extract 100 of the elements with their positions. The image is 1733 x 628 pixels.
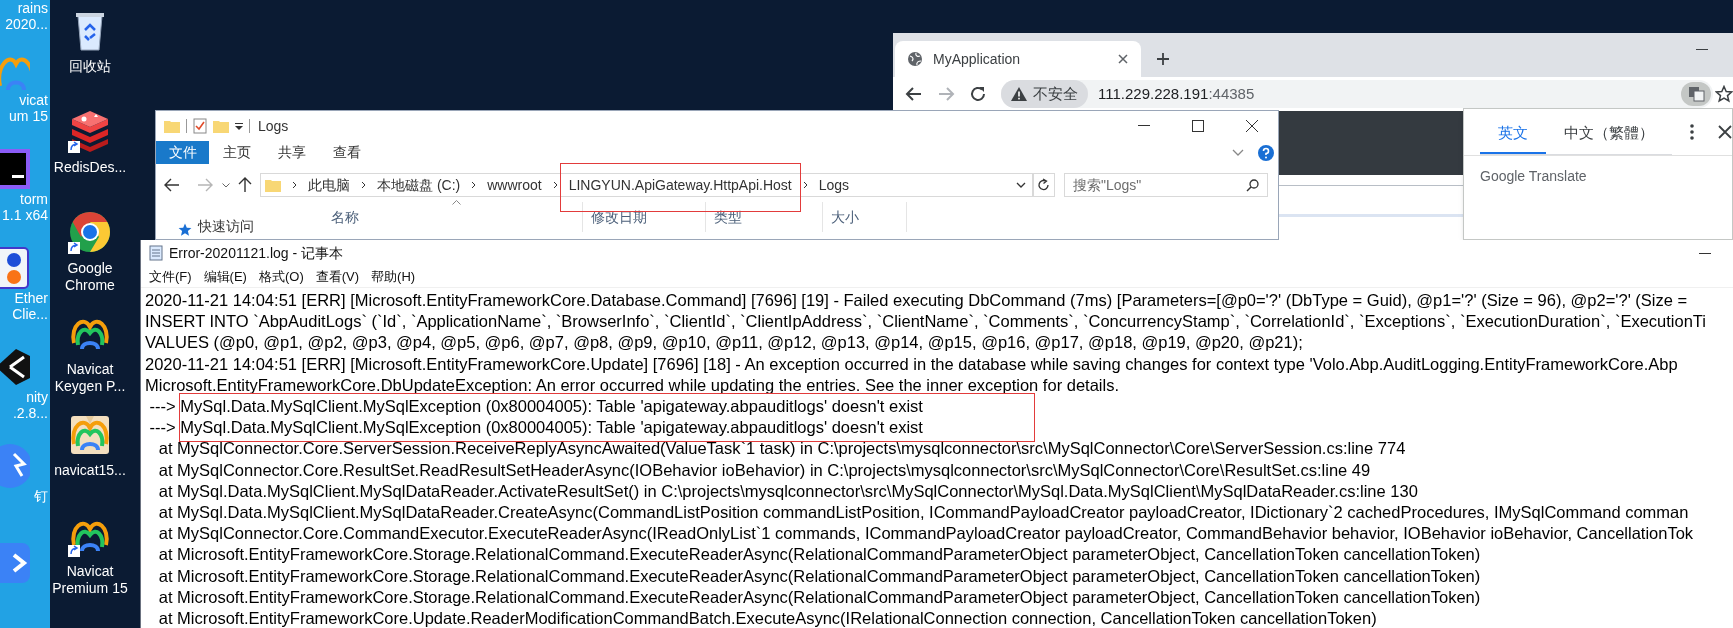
sort-caret-icon — [452, 200, 461, 205]
back-arrow-icon[interactable] — [164, 178, 180, 192]
log-line: at MySqlConnector.Core.ResultSet.ReadResultSetHeaderAsync(IOBehavior ioBehavior) in C:\projects\mysqlconnector\src\MySqlConnector\Core\ResultSet.cs:line 49 — [157, 459, 1371, 481]
log-line: at MySql.Data.MySqlClient.MySqlDataReader.ActivateResultSet() in C:\projects\mysqlconnector\src\MySqlConnector\MySql.Data.MySqlClient\MySqlDataReader.cs:line 130 — [157, 480, 1418, 502]
search-field[interactable]: 搜索"Logs" — [1064, 173, 1268, 197]
desktop-icon-label: Navicat — [66, 361, 114, 378]
language-tab[interactable]: 英文 — [1480, 114, 1546, 154]
menu-item[interactable]: 查看(V) — [309, 265, 366, 288]
breadcrumb-item[interactable]: 本地磁盘 (C:) — [377, 174, 461, 196]
menu-item[interactable]: 文件(F) — [143, 265, 198, 288]
log-line: at MySqlConnector.Core.CommandExecutor.ExecuteReaderAsync(IReadOnlyList`1 commands, ICommandPayloadCreator payloadCreator, CommandBehavior behavior, IOBehavior ioBehavior, CancellationTok — [157, 523, 1694, 545]
properties-icon[interactable] — [193, 118, 207, 134]
breadcrumb-item[interactable]: LINGYUN.ApiGateway.HttpApi.Host — [568, 174, 792, 196]
log-line: at Microsoft.EntityFrameworkCore.Storage.RelationalCommand.ExecuteReaderAsync(RelationalCommandParameterObject parameterObject, CancellationToken cancellationToken) — [157, 586, 1481, 608]
folder-icon — [164, 119, 180, 133]
breadcrumb-item[interactable]: wwwroot — [487, 174, 542, 196]
column-header[interactable]: 大小 — [831, 206, 859, 228]
desktop-icon-label: RedisDes... — [53, 159, 127, 176]
ribbon-tab[interactable]: 文件 — [156, 141, 209, 164]
app-logo-icon[interactable] — [0, 244, 30, 291]
menu-item[interactable]: 格式(O) — [252, 265, 310, 288]
desktop-icon-label: 钉 — [34, 488, 49, 505]
desktop-icon-label: navicat15... — [54, 462, 126, 479]
menu-item[interactable]: 帮助(H) — [365, 265, 422, 288]
desktop-icon-label: 2020... — [5, 16, 49, 32]
desktop-icon-label: Google — [67, 260, 113, 277]
log-line: at Microsoft.EntityFrameworkCore.Storage.RelationalCommand.ExecuteReaderAsync(RelationalCommandParameterObject parameterObject, CancellationToken cancellationToken) — [157, 565, 1481, 587]
notepad-icon — [149, 245, 163, 261]
security-chip[interactable]: 不安全 — [1001, 80, 1088, 108]
menu-item[interactable]: 编辑(E) — [197, 265, 253, 288]
dropdown-icon[interactable] — [235, 122, 243, 130]
refresh-icon[interactable] — [1033, 173, 1055, 197]
maximize-icon[interactable] — [1192, 120, 1204, 132]
window-title: Logs — [258, 116, 290, 136]
desktop-icon-label: rains — [17, 0, 49, 16]
address-field[interactable]: 此电脑 本地磁盘 (C:) wwwroot LINGYUN.ApiGateway.HttpApi.Host Logs — [260, 173, 1033, 197]
minimize-icon[interactable] — [1699, 253, 1711, 255]
browser-tab[interactable]: MyApplication — [895, 41, 1141, 77]
desktop-icon-label: Clie... — [12, 306, 49, 323]
language-tab[interactable]: 中文（繁體） — [1546, 114, 1672, 154]
ribbon-tab[interactable]: 主页 — [209, 141, 264, 164]
desktop-icon-label: 回收站 — [69, 58, 111, 75]
desktop-icon-label: vicat — [19, 92, 49, 109]
log-line: 2020-11-21 14:04:51 [ERR] [Microsoft.EntityFrameworkCore.Database.Command] [7696] [19] - Failed executing DbCommand (7ms) [Parameters=[@p0='?' (DbType = Guid), @p1='?' (Size = 96), @p2='?' (Size = — [145, 290, 1688, 311]
close-icon[interactable] — [1246, 120, 1258, 132]
log-line: at MySql.Data.MySqlClient.MySqlDataReader.CreateAsync(CommandListPosition commandListPosition, ICommandPayloadCreator payloadCreator, IDictionary`2 cachedProcedures, IMySqlCommand comman — [157, 502, 1689, 524]
star-icon — [178, 223, 192, 237]
folder-icon — [265, 178, 281, 192]
chevron-right-icon — [361, 181, 366, 189]
desktop-icon-label: Chrome — [65, 277, 115, 294]
up-arrow-icon[interactable] — [238, 177, 252, 193]
minimize-icon[interactable] — [1138, 125, 1150, 127]
desktop-icon-label: um 15 — [9, 108, 49, 125]
reload-icon[interactable] — [969, 85, 987, 103]
chrome-ball-icon[interactable] — [68, 210, 112, 254]
tab-title: MyApplication — [933, 49, 1022, 69]
log-line: VALUES (@p0, @p1, @p2, @p3, @p4, @p5, @p6, @p7, @p8, @p9, @p10, @p11, @p12, @p13, @p14, @p15, @p16, @p17, @p18, @p19, @p20, @p21); — [145, 332, 1303, 354]
brand-text: Google Translate — [1480, 167, 1588, 186]
desktop-icon-label: Keygen P... — [54, 378, 126, 395]
log-line: at MySqlConnector.Core.ServerSession.ReceiveReplyAsyncAwaited(ValueTask`1 task) in C:\projects\mysqlconnector\src\MySqlConnector\Core\ServerSession.cs:line 774 — [157, 438, 1406, 460]
ribbon-tab[interactable]: 查看 — [319, 141, 374, 164]
minimize-icon[interactable] — [1696, 49, 1708, 51]
more-options-icon[interactable] — [1690, 124, 1694, 140]
log-line: Microsoft.EntityFrameworkCore.DbUpdateException: An error occurred while updating the entries. See the inner exception for details. — [145, 374, 1119, 396]
nav-item[interactable]: 快速访问 — [198, 216, 254, 237]
chevron-down-icon[interactable] — [222, 182, 230, 188]
chevron-right-icon — [292, 181, 297, 189]
desktop-icon-label: 1.1 x64 — [2, 207, 49, 224]
desktop-icon-label: Navicat — [66, 563, 114, 580]
address-bar[interactable]: 不安全 111.229.228.191:44385 — [1001, 80, 1713, 108]
desktop-icon-label: Ether — [14, 290, 49, 307]
chevron-right-icon — [471, 181, 477, 189]
translate-icon[interactable] — [1681, 82, 1711, 106]
chevron-down-icon[interactable] — [1016, 182, 1026, 188]
warning-icon — [1011, 87, 1027, 101]
log-line: ---> MySql.Data.MySqlClient.MySqlException (0x80004005): Table 'apigateway.abpauditlogs' doesn't exist — [148, 396, 923, 417]
desktop-icon-label: Premium 15 — [52, 580, 128, 597]
star-icon[interactable] — [1715, 85, 1733, 103]
breadcrumb-item[interactable]: Logs — [818, 174, 850, 196]
close-icon[interactable] — [1718, 125, 1732, 139]
chevron-right-icon — [552, 181, 558, 189]
log-line: INSERT INTO `AbpAuditLogs` (`Id`, `ApplicationName`, `BrowserInfo`, `ClientId`, `ClientIpAddress`, `ClientName`, `Comments`, `ConcurrencyStamp`, `CorrelationId`, `Exceptions`, `ExecutionDuration`, `ExecutionTi — [145, 311, 1706, 333]
log-line: ---> MySql.Data.MySqlClient.MySqlException (0x80004005): Table 'apigateway.abpauditlogs' doesn't exist — [148, 417, 923, 439]
back-arrow-icon[interactable] — [905, 85, 923, 103]
breadcrumb-item[interactable]: 此电脑 — [308, 174, 350, 196]
column-header[interactable]: 名称 — [331, 206, 359, 228]
ribbon-tab[interactable]: 共享 — [264, 141, 319, 164]
desktop-icon-label: torm — [20, 191, 49, 208]
plus-icon[interactable] — [1155, 51, 1171, 67]
search-icon — [1246, 179, 1259, 192]
log-line: 2020-11-21 14:04:51 [ERR] [Microsoft.EntityFrameworkCore.Update] [7696] [18] - An exception occurred in the database while saving changes for context type 'Volo.Abp.AuditLogging.EntityFrameworkCore.Abp — [145, 353, 1678, 375]
desktop-icon-label: nity — [26, 389, 49, 406]
help-icon[interactable] — [1258, 144, 1274, 161]
close-icon[interactable] — [1117, 53, 1129, 65]
globe-icon — [907, 51, 923, 67]
log-line: at Microsoft.EntityFrameworkCore.Storage.RelationalCommand.ExecuteReaderAsync(RelationalCommandParameterObject parameterObject, CancellationToken cancellationToken) — [157, 544, 1481, 566]
url-text: 111.229.228.191:44385 — [1098, 83, 1256, 104]
desktop-icon-label: .2.8... — [12, 405, 49, 422]
chevron-right-icon — [802, 181, 808, 189]
log-line: at Microsoft.EntityFrameworkCore.Update.ReaderModificationCommandBatch.ExecuteAsync(IRelationalConnection connection, CancellationToken cancellationToken) — [157, 608, 1377, 628]
